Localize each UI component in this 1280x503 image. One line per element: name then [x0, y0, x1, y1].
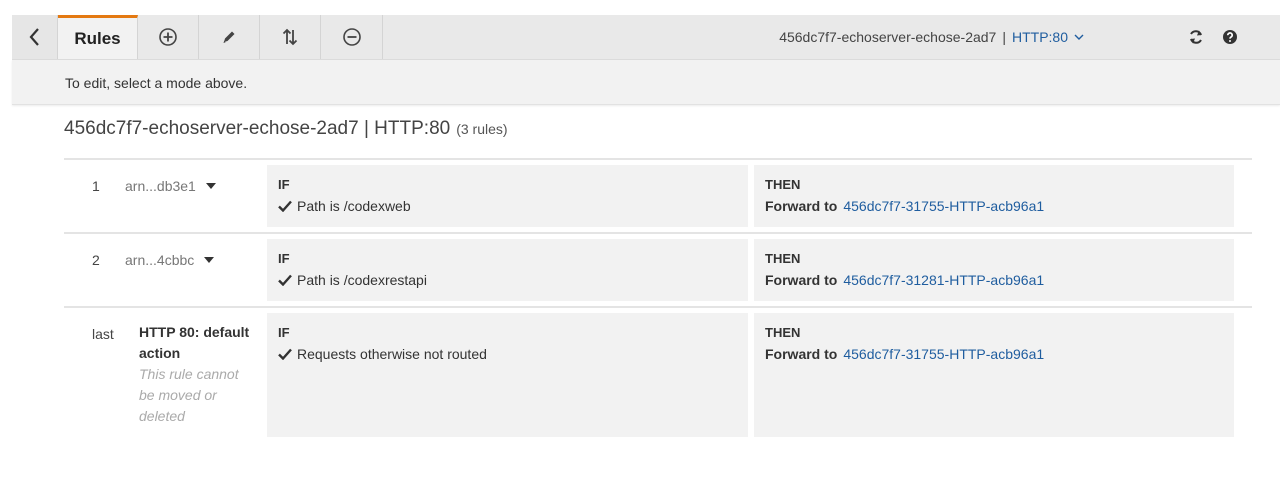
page-title: 456dc7f7-echoserver-echose-2ad7 | HTTP:8…	[64, 118, 508, 140]
listener-selector: 456dc7f7-echoserver-echose-2ad7 | HTTP:8…	[779, 15, 1085, 59]
rule-number: 1	[92, 178, 100, 194]
if-title: IF	[278, 251, 290, 266]
rule-action-box: THEN Forward to 456dc7f7-31755-HTTP-acb9…	[754, 313, 1234, 437]
rule-number: last	[92, 326, 114, 342]
listener-dropdown-label: HTTP:80	[1011, 29, 1068, 45]
rule-arn-label: arn...4cbbc	[125, 252, 195, 268]
default-action-note: This rule cannot be moved or deleted	[139, 366, 239, 424]
help-icon	[1223, 30, 1237, 44]
help-button[interactable]	[1219, 15, 1241, 59]
target-group-link[interactable]: 456dc7f7-31281-HTTP-acb96a1	[843, 272, 1044, 288]
mode-info-bar: To edit, select a mode above.	[12, 60, 1280, 105]
action-line: Forward to 456dc7f7-31755-HTTP-acb96a1	[765, 198, 1223, 214]
then-title: THEN	[765, 251, 801, 266]
then-title: THEN	[765, 177, 801, 192]
rule-action-box: THEN Forward to 456dc7f7-31281-HTTP-acb9…	[754, 239, 1234, 301]
caret-down-icon	[204, 257, 215, 263]
chevron-down-icon	[1074, 34, 1084, 40]
load-balancer-name: 456dc7f7-echoserver-echose-2ad7	[779, 29, 997, 45]
rule-action-box: THEN Forward to 456dc7f7-31755-HTTP-acb9…	[754, 165, 1234, 227]
forward-label: Forward to	[765, 346, 838, 362]
condition-line: Path is /codexrestapi	[278, 272, 737, 288]
back-button[interactable]	[12, 15, 58, 59]
checkmark-icon	[278, 274, 292, 286]
condition-line: Requests otherwise not routed	[278, 346, 737, 362]
reorder-arrows-icon	[282, 28, 298, 46]
back-chevron-icon	[29, 28, 39, 46]
action-line: Forward to 456dc7f7-31281-HTTP-acb96a1	[765, 272, 1223, 288]
remove-circle-icon	[342, 28, 361, 46]
listener-dropdown[interactable]: HTTP:80	[1012, 29, 1085, 45]
separator: |	[1002, 29, 1006, 45]
delete-rules-button[interactable]	[321, 15, 383, 59]
tab-rules[interactable]: Rules	[58, 15, 138, 59]
pencil-icon	[223, 31, 235, 43]
rule-row-default: last HTTP 80: default action This rule c…	[64, 308, 1252, 440]
target-group-link[interactable]: 456dc7f7-31755-HTTP-acb96a1	[843, 198, 1044, 214]
listener-title: 456dc7f7-echoserver-echose-2ad7 | HTTP:8…	[64, 118, 451, 139]
caret-down-icon	[205, 183, 216, 189]
mode-info-message: To edit, select a mode above.	[65, 75, 248, 91]
rule-row: 1 arn...db3e1 IF Path is /codexweb THEN …	[64, 160, 1252, 232]
rules-toolbar: Rules 456dc7f7-echoserver-echose-2ad7 | …	[12, 15, 1280, 60]
condition-text: Requests otherwise not routed	[297, 346, 487, 362]
rule-number: 2	[92, 252, 100, 268]
add-rules-button[interactable]	[138, 15, 199, 59]
rule-condition-box: IF Path is /codexrestapi	[267, 239, 748, 301]
checkmark-icon	[278, 200, 292, 212]
forward-label: Forward to	[765, 272, 838, 288]
edit-rules-button[interactable]	[199, 15, 260, 59]
condition-text: Path is /codexweb	[297, 198, 411, 214]
if-title: IF	[278, 177, 290, 192]
condition-text: Path is /codexrestapi	[297, 272, 427, 288]
rule-condition-box: IF Path is /codexweb	[267, 165, 748, 227]
refresh-button[interactable]	[1185, 15, 1207, 59]
rule-arn-dropdown[interactable]: arn...db3e1	[125, 178, 216, 194]
default-action-label: HTTP 80: default action	[139, 324, 250, 361]
rule-arn-dropdown[interactable]: arn...4cbbc	[125, 252, 215, 268]
refresh-icon	[1190, 30, 1202, 44]
checkmark-icon	[278, 348, 292, 360]
forward-label: Forward to	[765, 198, 838, 214]
rule-count: (3 rules)	[456, 121, 508, 137]
then-title: THEN	[765, 325, 801, 340]
reorder-rules-button[interactable]	[260, 15, 321, 59]
rule-arn-label: arn...db3e1	[125, 178, 196, 194]
add-circle-icon	[159, 28, 177, 46]
condition-line: Path is /codexweb	[278, 198, 737, 214]
rule-condition-box: IF Requests otherwise not routed	[267, 313, 748, 437]
rule-row: 2 arn...4cbbc IF Path is /codexrestapi T…	[64, 234, 1252, 306]
target-group-link[interactable]: 456dc7f7-31755-HTTP-acb96a1	[843, 346, 1044, 362]
action-line: Forward to 456dc7f7-31755-HTTP-acb96a1	[765, 346, 1223, 362]
tab-rules-label: Rules	[74, 28, 121, 48]
if-title: IF	[278, 325, 290, 340]
